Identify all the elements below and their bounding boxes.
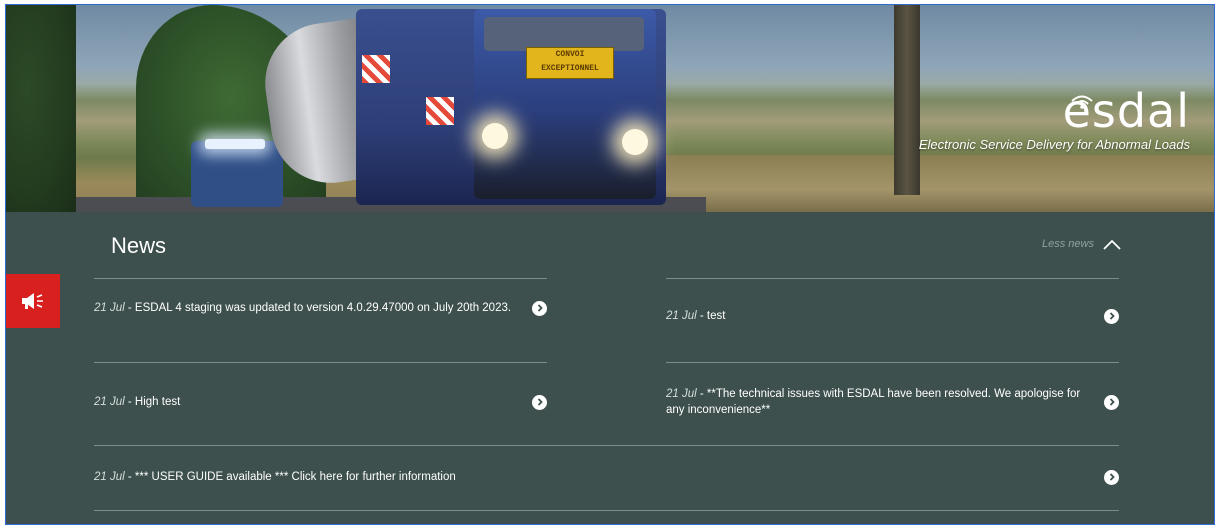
truck-cab: CONVOI EXCEPTIONNEL xyxy=(474,9,656,199)
news-item-text: 21 Jul - test xyxy=(666,308,1104,324)
news-item-separator: - xyxy=(696,310,707,322)
hero-truck: CONVOI EXCEPTIONNEL xyxy=(356,9,666,205)
news-item[interactable]: 21 Jul - *** USER GUIDE available *** Cl… xyxy=(94,469,1119,485)
news-item-separator: - xyxy=(124,302,135,314)
news-item[interactable]: 21 Jul - High test xyxy=(94,394,547,410)
news-item-headline: High test xyxy=(134,396,181,408)
hazard-stripes xyxy=(426,97,454,125)
hazard-stripes xyxy=(362,55,390,83)
logo-word: esdal xyxy=(1062,84,1190,138)
convoy-sign-line2: EXCEPTIONNEL xyxy=(541,64,599,73)
news-section: News Less news 21 Jul - ESDAL 4 staging … xyxy=(6,212,1214,524)
chevron-right-icon xyxy=(532,394,547,410)
divider xyxy=(94,445,1119,446)
escort-light-bar xyxy=(205,139,265,149)
news-item-headline: **The technical issues with ESDAL have b… xyxy=(666,388,1081,416)
hero-escort-vehicle xyxy=(191,139,283,207)
divider xyxy=(666,278,1119,279)
news-item-headline: test xyxy=(706,310,726,322)
news-item-date: 21 Jul xyxy=(94,302,125,314)
news-title: News xyxy=(111,233,167,258)
news-item[interactable]: 21 Jul - test xyxy=(666,308,1119,324)
news-item-text: 21 Jul - High test xyxy=(94,394,532,410)
page-frame: CONVOI EXCEPTIONNEL esdal Electronic Ser… xyxy=(5,4,1215,525)
chevron-up-icon xyxy=(1103,239,1121,250)
news-item-date: 21 Jul xyxy=(666,388,697,400)
news-item[interactable]: 21 Jul - **The technical issues with ESD… xyxy=(666,386,1119,418)
news-item-headline: ESDAL 4 staging was updated to version 4… xyxy=(134,302,512,314)
news-item-date: 21 Jul xyxy=(666,310,697,322)
truck-windshield xyxy=(484,17,644,51)
headlight xyxy=(482,123,508,149)
divider xyxy=(94,278,547,279)
hero-banner: CONVOI EXCEPTIONNEL esdal Electronic Ser… xyxy=(6,5,1214,212)
news-item-separator: - xyxy=(124,471,135,483)
news-item-separator: - xyxy=(696,388,707,400)
news-item-text: 21 Jul - **The technical issues with ESD… xyxy=(666,386,1104,418)
news-item-date: 21 Jul xyxy=(94,396,125,408)
divider xyxy=(94,510,1119,511)
news-megaphone-badge[interactable] xyxy=(6,274,60,328)
esdal-logo: esdal Electronic Service Delivery for Ab… xyxy=(919,87,1190,152)
less-news-label: Less news xyxy=(1042,238,1094,250)
hero-field xyxy=(646,155,1214,212)
megaphone-icon xyxy=(22,293,43,309)
convoy-sign-line1: CONVOI xyxy=(555,50,585,59)
headlight xyxy=(622,129,648,155)
logo-tagline: Electronic Service Delivery for Abnormal… xyxy=(918,137,1190,152)
divider xyxy=(666,362,1119,363)
chevron-right-icon xyxy=(532,300,547,316)
less-news-toggle[interactable]: Less news xyxy=(1042,238,1122,250)
chevron-right-icon xyxy=(1104,308,1119,324)
chevron-right-icon xyxy=(1104,394,1119,410)
divider xyxy=(94,362,547,363)
hero-tree-left xyxy=(6,5,76,212)
news-item[interactable]: 21 Jul - ESDAL 4 staging was updated to … xyxy=(94,300,547,316)
news-item-text: 21 Jul - ESDAL 4 staging was updated to … xyxy=(94,300,532,316)
news-item-date: 21 Jul xyxy=(94,471,125,483)
news-item-text: 21 Jul - *** USER GUIDE available *** Cl… xyxy=(94,469,1104,485)
convoy-sign: CONVOI EXCEPTIONNEL xyxy=(526,47,614,79)
news-item-separator: - xyxy=(124,396,135,408)
news-item-headline: *** USER GUIDE available *** Click here … xyxy=(134,471,456,483)
chevron-right-icon xyxy=(1104,469,1119,485)
hero-tree-trunk xyxy=(894,5,920,195)
